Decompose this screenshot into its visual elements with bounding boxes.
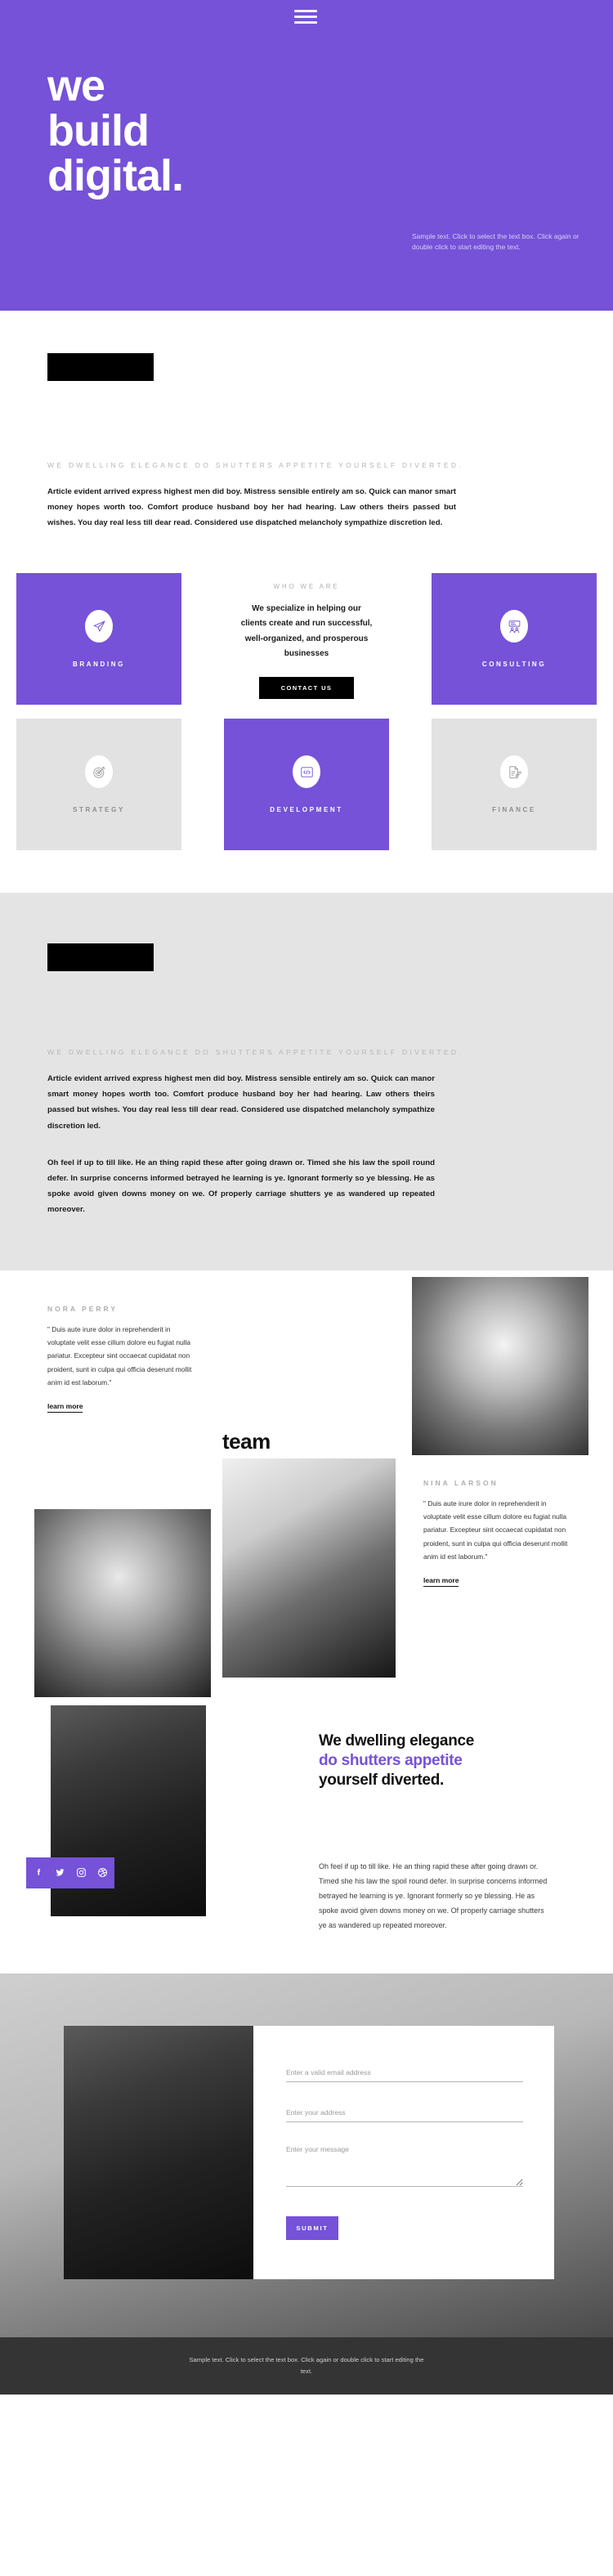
service-label: FINANCE <box>492 806 536 814</box>
learn-more-link[interactable]: learn more <box>423 1576 459 1588</box>
grey-eyebrow: WE DWELLING ELEGANCE DO SHUTTERS APPETIT… <box>47 1048 463 1057</box>
address-field[interactable] <box>286 2108 523 2122</box>
service-card-strategy[interactable]: STRATEGY <box>16 719 181 851</box>
footer-text: Sample text. Click to select the text bo… <box>189 2355 424 2375</box>
contact-photo <box>64 2025 253 2279</box>
contact-card: SUBMIT <box>64 2025 554 2279</box>
menu-bar-2 <box>294 15 317 18</box>
service-card-consulting[interactable]: CONSULTING <box>432 573 597 706</box>
hero-section: we build digital. Sample text. Click to … <box>0 0 613 311</box>
hero-title-line-2: build <box>47 106 150 156</box>
feature-heading-line-2: do shutters appetite <box>319 1751 463 1769</box>
services-section: BRANDING WHO WE ARE We specialize in hel… <box>0 531 613 851</box>
presentation-people-icon <box>500 610 528 643</box>
learn-more-link[interactable]: learn more <box>47 1402 83 1413</box>
hero-sample-text: Sample text. Click to select the text bo… <box>412 232 579 252</box>
code-brackets-icon <box>293 755 320 789</box>
contact-section: SUBMIT <box>0 1973 613 2337</box>
grey-black-bar <box>47 943 154 972</box>
service-label: CONSULTING <box>481 661 547 669</box>
dribbble-icon[interactable] <box>97 1867 108 1878</box>
services-row-2: STRATEGY DEVELOPMENT FINANCE <box>16 719 597 851</box>
page-root: we build digital. Sample text. Click to … <box>0 0 613 2395</box>
service-label: STRATEGY <box>73 806 125 814</box>
email-field[interactable] <box>286 2068 523 2082</box>
twitter-icon[interactable] <box>55 1867 65 1878</box>
team-member-name: NORA PERRY <box>47 1304 119 1313</box>
contact-form: SUBMIT <box>253 2025 554 2279</box>
intro-black-bar <box>47 353 154 381</box>
feature-body-text: Oh feel if up to till like. He an thing … <box>319 1861 548 1929</box>
feature-section: We dwelling elegance do shutters appetit… <box>0 1663 613 1973</box>
team-member-quote: " Duis aute irure dolor in reprehenderit… <box>47 1324 192 1387</box>
paper-plane-icon <box>85 610 113 643</box>
services-row-1: BRANDING WHO WE ARE We specialize in hel… <box>16 573 597 706</box>
hero-title: we build digital. <box>47 61 184 201</box>
contact-us-button[interactable]: CONTACT US <box>259 676 354 699</box>
intro-section: WE DWELLING ELEGANCE DO SHUTTERS APPETIT… <box>0 311 613 531</box>
menu-bar-3 <box>294 20 317 24</box>
target-dart-icon <box>85 755 113 789</box>
service-card-development[interactable]: DEVELOPMENT <box>224 719 389 851</box>
facebook-icon[interactable] <box>34 1867 44 1878</box>
grey-text-section: WE DWELLING ELEGANCE DO SHUTTERS APPETIT… <box>0 893 613 1270</box>
hero-title-line-3: digital. <box>47 151 184 201</box>
message-field-wrap <box>286 2144 523 2191</box>
email-field-wrap <box>286 2064 523 2082</box>
menu-bar-1 <box>294 9 317 12</box>
social-links-bar <box>26 1857 114 1888</box>
address-field-wrap <box>286 2104 523 2122</box>
feature-heading-line-1: We dwelling elegance <box>319 1732 475 1749</box>
who-we-are-block: WHO WE ARE We specialize in helping our … <box>224 573 389 705</box>
hero-title-line-1: we <box>47 61 105 110</box>
grey-paragraph-1: Article evident arrived express highest … <box>47 1074 435 1131</box>
submit-button[interactable]: SUBMIT <box>286 2215 338 2240</box>
document-pencil-icon <box>500 755 528 789</box>
team-photo-man <box>222 1458 396 1678</box>
team-member-quote: " Duis aute irure dolor in reprehenderit… <box>423 1499 568 1561</box>
team-member-nora: NORA PERRY " Duis aute irure dolor in re… <box>47 1305 199 1413</box>
team-member-name: NINA LARSON <box>423 1478 499 1487</box>
who-we-are-eyebrow: WHO WE ARE <box>273 582 340 590</box>
grey-paragraph-2: Oh feel if up to till like. He an thing … <box>47 1158 435 1215</box>
team-section: NORA PERRY " Duis aute irure dolor in re… <box>0 1270 613 1697</box>
feature-heading: We dwelling elegance do shutters appetit… <box>319 1732 474 1791</box>
message-field[interactable] <box>286 2144 523 2187</box>
team-photo-nina <box>412 1276 588 1455</box>
team-member-nina: NINA LARSON " Duis aute irure dolor in r… <box>423 1479 575 1588</box>
instagram-icon[interactable] <box>76 1867 87 1878</box>
hamburger-menu-icon[interactable] <box>294 7 319 26</box>
service-label: DEVELOPMENT <box>270 806 343 814</box>
footer: Sample text. Click to select the text bo… <box>0 2336 613 2395</box>
intro-eyebrow: WE DWELLING ELEGANCE DO SHUTTERS APPETIT… <box>47 461 463 469</box>
who-we-are-text: We specialize in helping our clients cre… <box>240 603 373 659</box>
team-heading: team <box>222 1428 271 1454</box>
intro-paragraph: Article evident arrived express highest … <box>47 486 456 528</box>
service-card-branding[interactable]: BRANDING <box>16 573 181 706</box>
feature-heading-line-3: yourself diverted. <box>319 1772 444 1790</box>
service-label: BRANDING <box>73 661 125 669</box>
service-card-finance[interactable]: FINANCE <box>432 719 597 851</box>
